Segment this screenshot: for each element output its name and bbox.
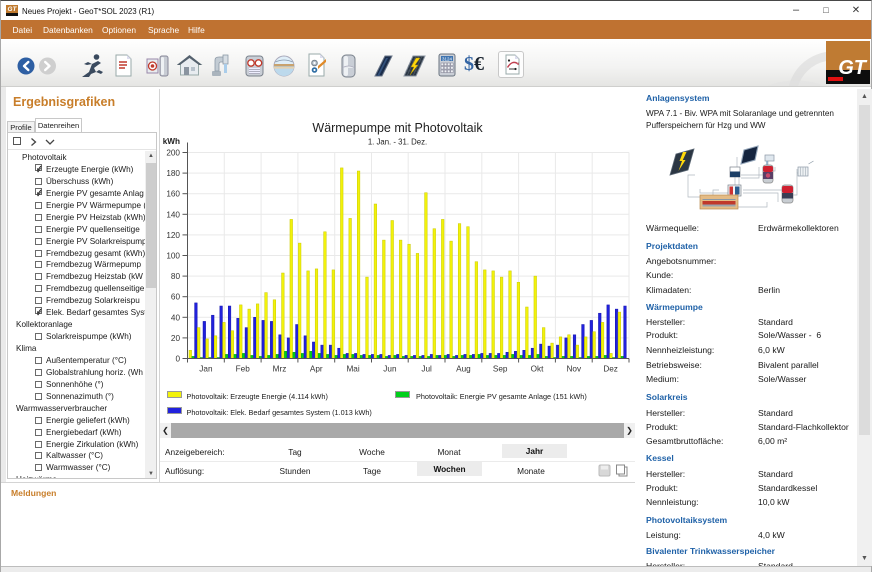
svg-text:200: 200 xyxy=(166,149,180,158)
svg-text:160: 160 xyxy=(166,190,180,199)
svg-text:kWh: kWh xyxy=(163,137,180,146)
svg-text:Feb: Feb xyxy=(236,365,251,374)
svg-text:120: 120 xyxy=(166,231,180,240)
svg-text:100: 100 xyxy=(166,252,180,261)
svg-text:Nov: Nov xyxy=(567,365,582,374)
svg-text:60: 60 xyxy=(171,293,181,302)
svg-text:Mrz: Mrz xyxy=(273,365,287,374)
svg-text:Jan: Jan xyxy=(199,365,213,374)
svg-text:80: 80 xyxy=(171,272,181,281)
svg-text:Dez: Dez xyxy=(603,365,618,374)
svg-text:40: 40 xyxy=(171,313,181,322)
svg-text:0: 0 xyxy=(175,355,180,364)
svg-text:Sep: Sep xyxy=(493,365,508,374)
svg-text:Apr: Apr xyxy=(310,365,323,374)
svg-text:20: 20 xyxy=(171,334,181,343)
svg-text:3124: 3124 xyxy=(442,56,453,61)
svg-text:Jun: Jun xyxy=(383,365,397,374)
svg-text:Aug: Aug xyxy=(456,365,471,374)
svg-text:Okt: Okt xyxy=(531,365,544,374)
svg-text:Wärmepumpe mit Photovoltaik: Wärmepumpe mit Photovoltaik xyxy=(312,121,483,135)
svg-text:Jul: Jul xyxy=(421,365,432,374)
svg-text:180: 180 xyxy=(166,169,180,178)
svg-text:Mai: Mai xyxy=(346,365,359,374)
svg-text:140: 140 xyxy=(166,210,180,219)
svg-text:1. Jan. - 31. Dez.: 1. Jan. - 31. Dez. xyxy=(368,138,427,147)
